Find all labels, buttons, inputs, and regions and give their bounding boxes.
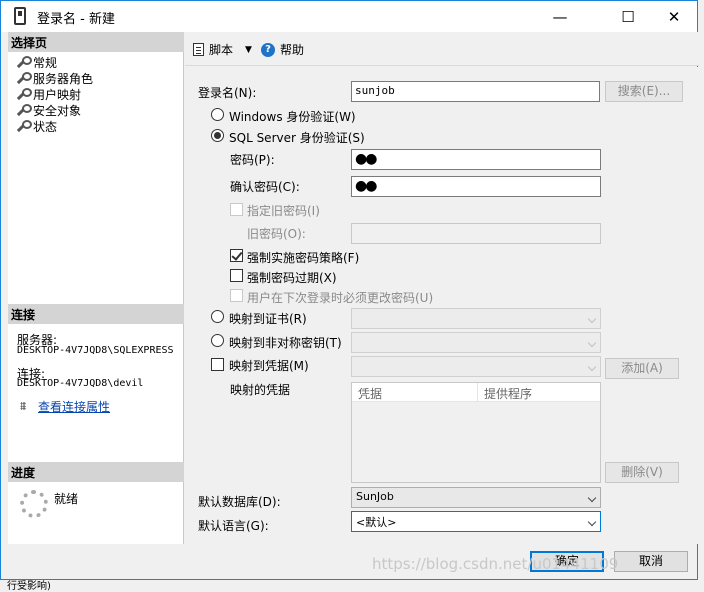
progress-spinner-icon	[20, 490, 48, 518]
page-label: 服务器角色	[33, 71, 94, 86]
login-name-label: 登录名(N):	[198, 86, 257, 100]
mapped-credentials-label: 映射的凭据	[230, 383, 291, 397]
certificate-select[interactable]	[351, 308, 601, 329]
map-certificate-radio[interactable]	[211, 310, 224, 323]
cancel-button[interactable]: 取消	[614, 551, 688, 572]
must-change-label: 用户在下次登录时必须更改密码(U)	[247, 291, 434, 305]
page-general[interactable]: 常规	[16, 54, 57, 70]
login-name-input[interactable]: sunjob	[351, 81, 600, 102]
window-title: 登录名 - 新建	[37, 12, 115, 27]
remove-credential-button[interactable]: 删除(V)	[605, 462, 679, 483]
password-input[interactable]: ●●	[351, 149, 601, 170]
default-database-value: SunJob	[356, 490, 394, 503]
background-text: 行受影响)	[7, 581, 51, 592]
credential-select[interactable]	[351, 356, 601, 377]
map-asym-key-label: 映射到非对称密钥(T)	[229, 336, 342, 350]
enforce-expiration-checkbox[interactable]	[230, 269, 243, 282]
default-language-value: <默认>	[356, 516, 397, 529]
enforce-expiration-label: 强制密码过期(X)	[247, 271, 337, 285]
search-button[interactable]: 搜索(E)...	[605, 81, 683, 102]
sql-auth-label: SQL Server 身份验证(S)	[229, 131, 365, 145]
grid-col-provider[interactable]: 提供程序	[478, 383, 600, 402]
map-credential-label: 映射到凭据(M)	[229, 359, 309, 373]
windows-auth-radio[interactable]	[211, 108, 224, 121]
confirm-password-label: 确认密码(C):	[230, 180, 300, 194]
old-password-input[interactable]	[351, 223, 601, 244]
page-label: 状态	[33, 119, 58, 134]
page-status[interactable]: 状态	[16, 118, 57, 134]
map-certificate-label: 映射到证书(R)	[229, 312, 307, 326]
page-label: 用户映射	[33, 87, 82, 102]
view-connection-properties-link[interactable]: 查看连接属性	[38, 398, 110, 415]
watermark: https://blog.csdn.net/u01441109	[372, 555, 619, 573]
progress-status: 就绪	[54, 492, 79, 506]
confirm-password-input[interactable]: ●●	[351, 176, 601, 197]
connection-header: 连接	[8, 304, 184, 324]
map-asym-key-radio[interactable]	[211, 334, 224, 347]
specify-old-password-checkbox[interactable]	[230, 203, 243, 216]
windows-auth-label: Windows 身份验证(W)	[229, 110, 356, 124]
map-credential-checkbox[interactable]	[211, 358, 224, 371]
default-database-select[interactable]: SunJob	[351, 487, 601, 508]
general-page-form: 登录名(N): sunjob 搜索(E)... Windows 身份验证(W) …	[185, 67, 699, 544]
page-label: 常规	[33, 55, 58, 70]
enforce-policy-checkbox[interactable]	[230, 249, 243, 262]
close-button[interactable]: ✕	[651, 1, 697, 32]
chevron-down-icon[interactable]: ▼	[245, 45, 252, 55]
sql-auth-radio[interactable]	[211, 129, 224, 142]
old-password-label: 旧密码(O):	[247, 227, 306, 241]
wrench-icon	[16, 103, 32, 117]
wrench-icon	[16, 87, 32, 101]
default-language-label: 默认语言(G):	[198, 519, 269, 533]
minimize-button[interactable]: —	[537, 1, 583, 32]
enforce-policy-label: 强制实施密码策略(F)	[247, 251, 360, 265]
script-icon	[193, 43, 204, 56]
select-page-header: 选择页	[8, 32, 184, 52]
default-database-label: 默认数据库(D):	[198, 495, 281, 509]
confirm-password-mask: ●●	[355, 178, 377, 194]
wrench-icon	[16, 119, 32, 133]
password-mask: ●●	[355, 151, 377, 167]
maximize-button[interactable]: ☐	[605, 1, 651, 32]
chevron-down-icon	[587, 314, 597, 324]
app-icon	[14, 7, 26, 25]
asym-key-select[interactable]	[351, 332, 601, 353]
page-label: 安全对象	[33, 103, 82, 118]
script-button[interactable]: 脚本 ▼	[193, 41, 252, 58]
server-value: DESKTOP-4V7JQD8\SQLEXPRESS	[17, 345, 174, 356]
page-securables[interactable]: 安全对象	[16, 102, 81, 118]
chevron-down-icon	[587, 338, 597, 348]
connection-value: DESKTOP-4V7JQD8\devil	[17, 378, 144, 389]
default-language-select[interactable]: <默认>	[351, 511, 601, 532]
specify-old-password-label: 指定旧密码(I)	[247, 204, 320, 218]
help-icon: ?	[261, 42, 275, 57]
add-credential-button[interactable]: 添加(A)	[605, 358, 679, 379]
chevron-down-icon	[587, 517, 597, 527]
login-new-dialog: 登录名 - 新建 — ☐ ✕ 选择页 常规 服务器角色 用户映射 安全对象 状态…	[0, 0, 699, 580]
mapped-credentials-grid[interactable]: 凭据 提供程序	[351, 382, 601, 483]
wrench-icon	[16, 71, 32, 85]
must-change-checkbox[interactable]	[230, 289, 243, 302]
grid-col-credential[interactable]: 凭据	[352, 383, 478, 402]
connection-properties-icon: ⩩	[20, 399, 27, 413]
wrench-icon	[16, 55, 32, 69]
help-button[interactable]: ? 帮助	[261, 41, 304, 58]
page-server-roles[interactable]: 服务器角色	[16, 70, 93, 86]
help-label: 帮助	[280, 43, 305, 57]
password-label: 密码(P):	[230, 153, 275, 167]
left-pane: 选择页 常规 服务器角色 用户映射 安全对象 状态 连接 服务器: DESKTO…	[8, 32, 184, 544]
title-bar: 登录名 - 新建 — ☐ ✕	[1, 1, 697, 32]
page-user-mapping[interactable]: 用户映射	[16, 86, 81, 102]
chevron-down-icon	[587, 362, 597, 372]
progress-header: 进度	[8, 462, 184, 482]
toolbar: 脚本 ▼ ? 帮助	[185, 32, 699, 66]
chevron-down-icon	[587, 493, 597, 503]
script-label: 脚本	[209, 43, 234, 57]
